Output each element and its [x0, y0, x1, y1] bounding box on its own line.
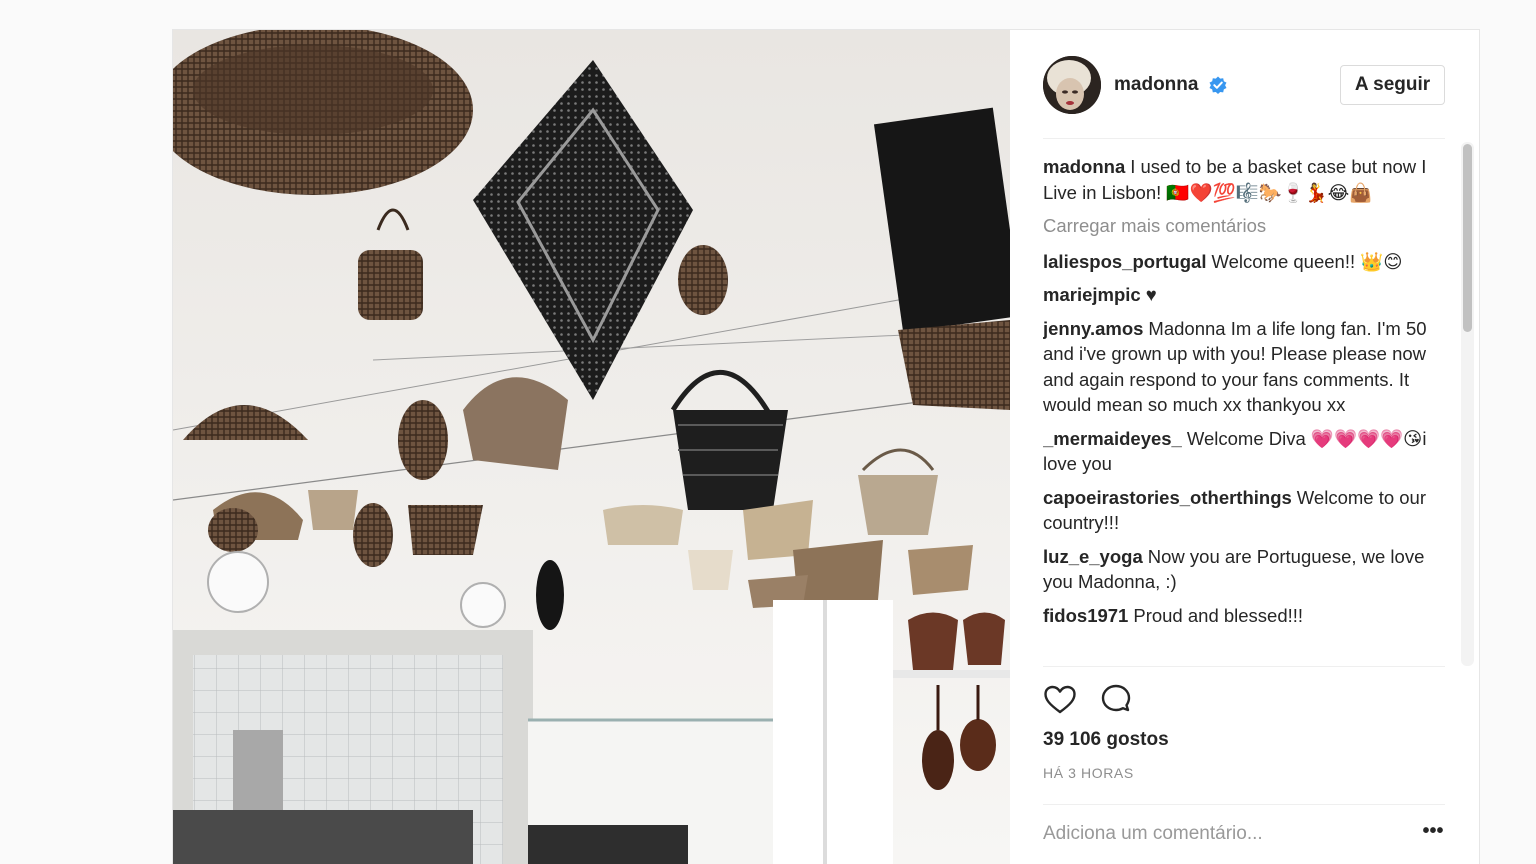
post-photo[interactable]	[173, 30, 1010, 864]
following-button[interactable]: A seguir	[1340, 65, 1445, 105]
comment: _mermaideyes_ Welcome Diva 💗💗💗💗😘i love yo…	[1043, 426, 1453, 477]
comment-text: Proud and blessed!!!	[1133, 604, 1304, 626]
more-options-icon[interactable]: •••	[1421, 821, 1445, 845]
add-comment-bar: •••	[1043, 804, 1445, 864]
post-username[interactable]: madonna	[1114, 74, 1198, 96]
comment-username[interactable]: laliespos_portugal	[1043, 251, 1206, 272]
likes-count[interactable]: 39 106 gostos	[1043, 729, 1169, 751]
comment: jenny.amos Madonna Im a life long fan. I'…	[1043, 316, 1453, 418]
comments-scrollbar[interactable]	[1461, 142, 1474, 666]
post-timestamp[interactable]: HÁ 3 HORAS	[1043, 765, 1134, 781]
scrollbar-thumb[interactable]	[1463, 144, 1472, 332]
verified-badge-icon	[1209, 76, 1227, 94]
comment: laliespos_portugal Welcome queen!! 👑😊	[1043, 249, 1453, 275]
comment-username[interactable]: mariejmpic	[1043, 284, 1141, 305]
caption-username[interactable]: madonna	[1043, 156, 1125, 177]
load-more-comments-button[interactable]: Carregar mais comentários	[1043, 213, 1453, 239]
comment-text: Welcome queen!! 👑😊	[1211, 250, 1403, 272]
caption: madonna I used to be a basket case but no…	[1043, 154, 1453, 205]
comment-username[interactable]: _mermaideyes_	[1043, 428, 1182, 449]
comments-list: madonna I used to be a basket case but no…	[1043, 154, 1453, 666]
post-actions: 39 106 gostos HÁ 3 HORAS	[1043, 666, 1445, 804]
heart-icon[interactable]	[1043, 683, 1077, 717]
comment-username[interactable]: luz_e_yoga	[1043, 546, 1143, 567]
comment: fidos1971 Proud and blessed!!!	[1043, 603, 1453, 629]
instagram-post: madonna A seguir madonna I used to be a b…	[172, 29, 1480, 864]
comment-bubble-icon[interactable]	[1099, 683, 1133, 717]
post-side-panel: madonna A seguir madonna I used to be a b…	[1011, 30, 1480, 864]
comment: mariejmpic ♥	[1043, 282, 1453, 308]
comment-username[interactable]: capoeirastories_otherthings	[1043, 487, 1292, 508]
post-header: madonna A seguir	[1043, 30, 1445, 139]
avatar-image	[1043, 56, 1101, 114]
comment-username[interactable]: jenny.amos	[1043, 318, 1143, 339]
comment: capoeirastories_otherthings Welcome to ou…	[1043, 485, 1453, 536]
post-photo-artwork	[173, 30, 1010, 864]
comment-text: ♥	[1145, 284, 1157, 305]
comment-input[interactable]	[1043, 819, 1403, 849]
avatar[interactable]	[1043, 56, 1101, 114]
comment: luz_e_yoga Now you are Portuguese, we lov…	[1043, 544, 1453, 595]
comment-username[interactable]: fidos1971	[1043, 605, 1128, 626]
